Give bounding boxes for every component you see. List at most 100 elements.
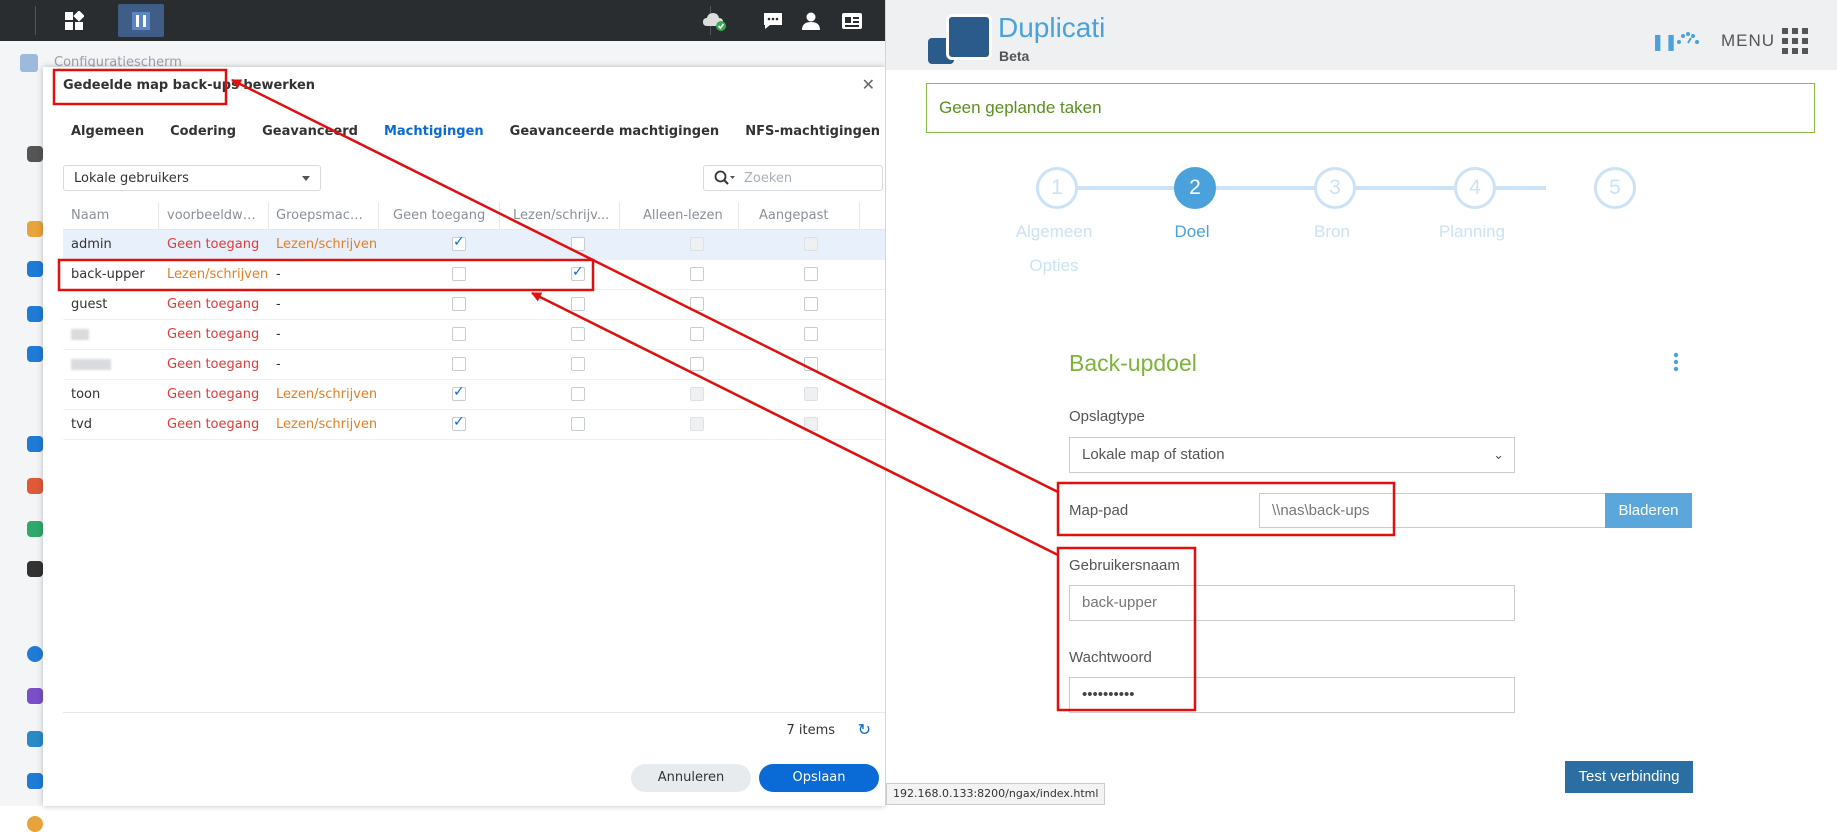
read-only-checkbox[interactable] [690, 417, 704, 431]
tab-encryption[interactable]: Codering [170, 124, 236, 146]
column-header[interactable]: Alleen-lezen [643, 208, 733, 223]
table-row[interactable]: back-upper Lezen/schrijven - [63, 260, 885, 290]
read-write-checkbox[interactable] [571, 417, 585, 431]
no-access-checkbox[interactable] [452, 414, 466, 431]
custom-checkbox[interactable] [804, 267, 818, 281]
shared-folder-icon[interactable] [27, 221, 43, 237]
chat-icon[interactable] [758, 4, 788, 37]
terminal-icon[interactable] [27, 561, 43, 577]
domain-icon[interactable] [27, 346, 43, 362]
home-icon[interactable] [27, 146, 43, 162]
main-menu-grid-icon[interactable] [52, 4, 96, 37]
duplicati-logo-front[interactable] [946, 14, 992, 60]
column-divider [619, 202, 620, 229]
no-access-checkbox[interactable] [452, 327, 466, 341]
read-write-checkbox[interactable] [571, 357, 585, 371]
no-access-checkbox[interactable] [452, 234, 466, 251]
column-header[interactable]: Groepsmachti... [276, 208, 370, 223]
table-row[interactable]: admin Geen toegang Lezen/schrijven [63, 230, 885, 260]
read-write-checkbox[interactable] [571, 237, 585, 251]
custom-checkbox[interactable] [804, 297, 818, 311]
column-header[interactable]: Aangepast [759, 208, 849, 223]
info-icon[interactable] [27, 646, 43, 662]
no-access-checkbox[interactable] [452, 267, 466, 281]
table-row[interactable]: tvd Geen toegang Lezen/schrijven [63, 410, 885, 440]
path-input[interactable]: \\nas\back-ups [1259, 493, 1606, 528]
column-header[interactable]: voorbeeldwee... [167, 208, 261, 223]
pause-icon[interactable]: ❚❚ [1651, 32, 1678, 51]
file-services-icon[interactable] [27, 261, 43, 277]
column-header[interactable]: Naam [71, 208, 146, 223]
table-row[interactable]: toon Geen toegang Lezen/schrijven [63, 380, 885, 410]
cloud-sync-icon[interactable] [698, 4, 732, 37]
apps-grid-icon[interactable] [1782, 28, 1808, 54]
no-access-checkbox[interactable] [452, 297, 466, 311]
wizard-step-label[interactable]: Opties [984, 256, 1124, 276]
user-icon[interactable] [796, 4, 826, 37]
users-icon[interactable] [27, 306, 43, 322]
tab-permissions[interactable]: Machtigingen [384, 124, 484, 146]
widgets-icon[interactable] [836, 4, 868, 37]
user-name: back-upper [71, 267, 145, 282]
browse-button[interactable]: Bladeren [1605, 493, 1692, 528]
user-type-select[interactable]: Lokale gebruikers [63, 165, 321, 191]
username-input[interactable]: back-upper [1069, 585, 1515, 621]
wizard-step-label[interactable]: Bron [1262, 222, 1402, 242]
column-header[interactable]: Geen toegang [393, 208, 493, 223]
custom-checkbox[interactable] [804, 387, 818, 401]
tab-general[interactable]: Algemeen [71, 124, 144, 146]
read-only-checkbox[interactable] [690, 297, 704, 311]
read-write-checkbox[interactable] [571, 327, 585, 341]
wizard-step-2[interactable]: 2 [1174, 167, 1216, 209]
read-write-checkbox[interactable] [571, 264, 585, 281]
app-name[interactable]: Duplicati [998, 12, 1105, 44]
password-input[interactable]: •••••••••• [1069, 677, 1515, 713]
storage-type-select[interactable]: Lokale map of station ⌄ [1069, 437, 1515, 473]
tab-advanced-permissions[interactable]: Geavanceerde machtigingen [510, 124, 720, 146]
portal-icon[interactable] [27, 478, 43, 494]
table-row[interactable]: Geen toegang - [63, 350, 885, 380]
browser-status-url: 192.168.0.133:8200/ngax/index.html [886, 783, 1106, 805]
external-access-icon[interactable] [27, 688, 43, 704]
security-icon[interactable] [27, 521, 43, 537]
more-options-icon[interactable] [1673, 352, 1679, 376]
custom-checkbox[interactable] [804, 417, 818, 431]
menu-button[interactable]: MENU [1721, 31, 1775, 51]
read-only-checkbox[interactable] [690, 267, 704, 281]
wizard-step-5[interactable]: 5 [1594, 167, 1636, 209]
save-button[interactable]: Opslaan [759, 764, 879, 792]
refresh-icon[interactable]: ↻ [858, 720, 871, 739]
wizard-step-label[interactable]: Algemeen [984, 222, 1124, 242]
cancel-button[interactable]: Annuleren [631, 764, 751, 792]
test-connection-button[interactable]: Test verbinding [1565, 761, 1693, 793]
read-only-checkbox[interactable] [690, 327, 704, 341]
no-access-checkbox[interactable] [452, 357, 466, 371]
wizard-step-label[interactable]: Planning [1402, 222, 1542, 242]
table-row[interactable]: guest Geen toegang - [63, 290, 885, 320]
read-only-checkbox[interactable] [690, 357, 704, 371]
custom-checkbox[interactable] [804, 327, 818, 341]
tab-nfs-permissions[interactable]: NFS-machtigingen [745, 124, 880, 146]
tips-icon[interactable] [27, 816, 43, 832]
read-only-checkbox[interactable] [690, 237, 704, 251]
custom-checkbox[interactable] [804, 357, 818, 371]
notification-icon[interactable] [27, 773, 43, 789]
read-write-checkbox[interactable] [571, 297, 585, 311]
regional-icon[interactable] [27, 731, 43, 747]
control-panel-taskbar-icon[interactable] [118, 4, 164, 37]
tab-advanced[interactable]: Geavanceerd [262, 124, 358, 146]
wizard-step-3[interactable]: 3 [1314, 167, 1356, 209]
no-access-checkbox[interactable] [452, 384, 466, 401]
wizard-step-label[interactable]: Doel [1122, 222, 1262, 242]
throttle-icon[interactable] [1676, 30, 1700, 51]
custom-checkbox[interactable] [804, 237, 818, 251]
column-header[interactable]: Lezen/schrijv... [513, 208, 611, 223]
close-icon[interactable]: ✕ [862, 75, 875, 94]
wizard-step-1[interactable]: 1 [1036, 167, 1078, 209]
network-icon[interactable] [27, 436, 43, 452]
search-input[interactable]: Zoeken [703, 165, 883, 191]
table-row[interactable]: Geen toegang - [63, 320, 885, 350]
read-write-checkbox[interactable] [571, 387, 585, 401]
read-only-checkbox[interactable] [690, 387, 704, 401]
wizard-step-4[interactable]: 4 [1454, 167, 1496, 209]
